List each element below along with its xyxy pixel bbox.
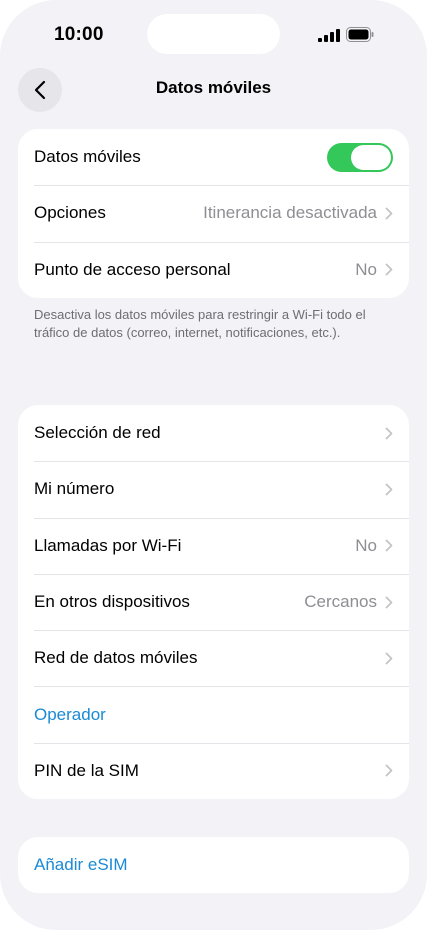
row-label: Punto de acceso personal <box>34 259 231 279</box>
row-label: Datos móviles <box>34 147 141 167</box>
carrier-link[interactable]: Operador <box>34 705 393 725</box>
row-label: PIN de la SIM <box>34 760 139 780</box>
row-value: Itinerancia desactivada <box>203 203 377 223</box>
row-value: Cercanos <box>304 592 377 612</box>
cellular-data-network-row[interactable]: Red de datos móviles <box>18 630 409 686</box>
chevron-right-icon <box>385 539 393 552</box>
dynamic-island <box>147 14 280 54</box>
esim-group: Añadir eSIM <box>18 837 409 894</box>
row-value: No <box>355 535 377 555</box>
personal-hotspot-row[interactable]: Punto de acceso personal No <box>18 241 409 298</box>
row-label: Selección de red <box>34 423 161 443</box>
network-selection-row[interactable]: Selección de red <box>18 405 409 461</box>
chevron-right-icon <box>385 263 393 276</box>
wifi-calling-row[interactable]: Llamadas por Wi-Fi No <box>18 517 409 574</box>
phone-screen: 10:00 Datos móviles Datos móviles Opcion… <box>0 0 427 930</box>
cellular-data-group: Datos móviles Opciones Itinerancia desac… <box>18 129 409 298</box>
add-esim-row[interactable]: Añadir eSIM <box>18 837 409 893</box>
chevron-right-icon <box>385 652 393 665</box>
row-label: Opciones <box>34 203 106 223</box>
sim-pin-row[interactable]: PIN de la SIM <box>18 742 409 799</box>
carrier-row[interactable]: Operador <box>18 686 409 742</box>
cellular-signal-icon <box>318 29 340 42</box>
chevron-right-icon <box>385 483 393 496</box>
cellular-data-row: Datos móviles <box>18 129 409 185</box>
other-devices-row[interactable]: En otros dispositivos Cercanos <box>18 573 409 630</box>
my-number-row[interactable]: Mi número <box>18 461 409 517</box>
toggle-knob <box>351 144 391 170</box>
row-value: No <box>355 259 377 279</box>
options-row[interactable]: Opciones Itinerancia desactivada <box>18 185 409 241</box>
cellular-data-toggle[interactable] <box>327 142 393 172</box>
group-footer-note: Desactiva los datos móviles para restrin… <box>34 307 366 340</box>
status-time: 10:00 <box>54 24 104 45</box>
chevron-right-icon <box>385 207 393 220</box>
row-label: Red de datos móviles <box>34 648 198 668</box>
chevron-right-icon <box>385 596 393 608</box>
chevron-right-icon <box>385 765 393 777</box>
network-group: Selección de red Mi número Llamadas por … <box>18 405 409 800</box>
battery-icon <box>346 27 374 42</box>
row-label: En otros dispositivos <box>34 592 190 612</box>
chevron-right-icon <box>385 427 393 440</box>
add-esim-link[interactable]: Añadir eSIM <box>34 855 393 875</box>
row-label: Mi número <box>34 479 115 499</box>
page-title: Datos móviles <box>155 78 272 97</box>
row-label: Llamadas por Wi-Fi <box>34 535 182 555</box>
